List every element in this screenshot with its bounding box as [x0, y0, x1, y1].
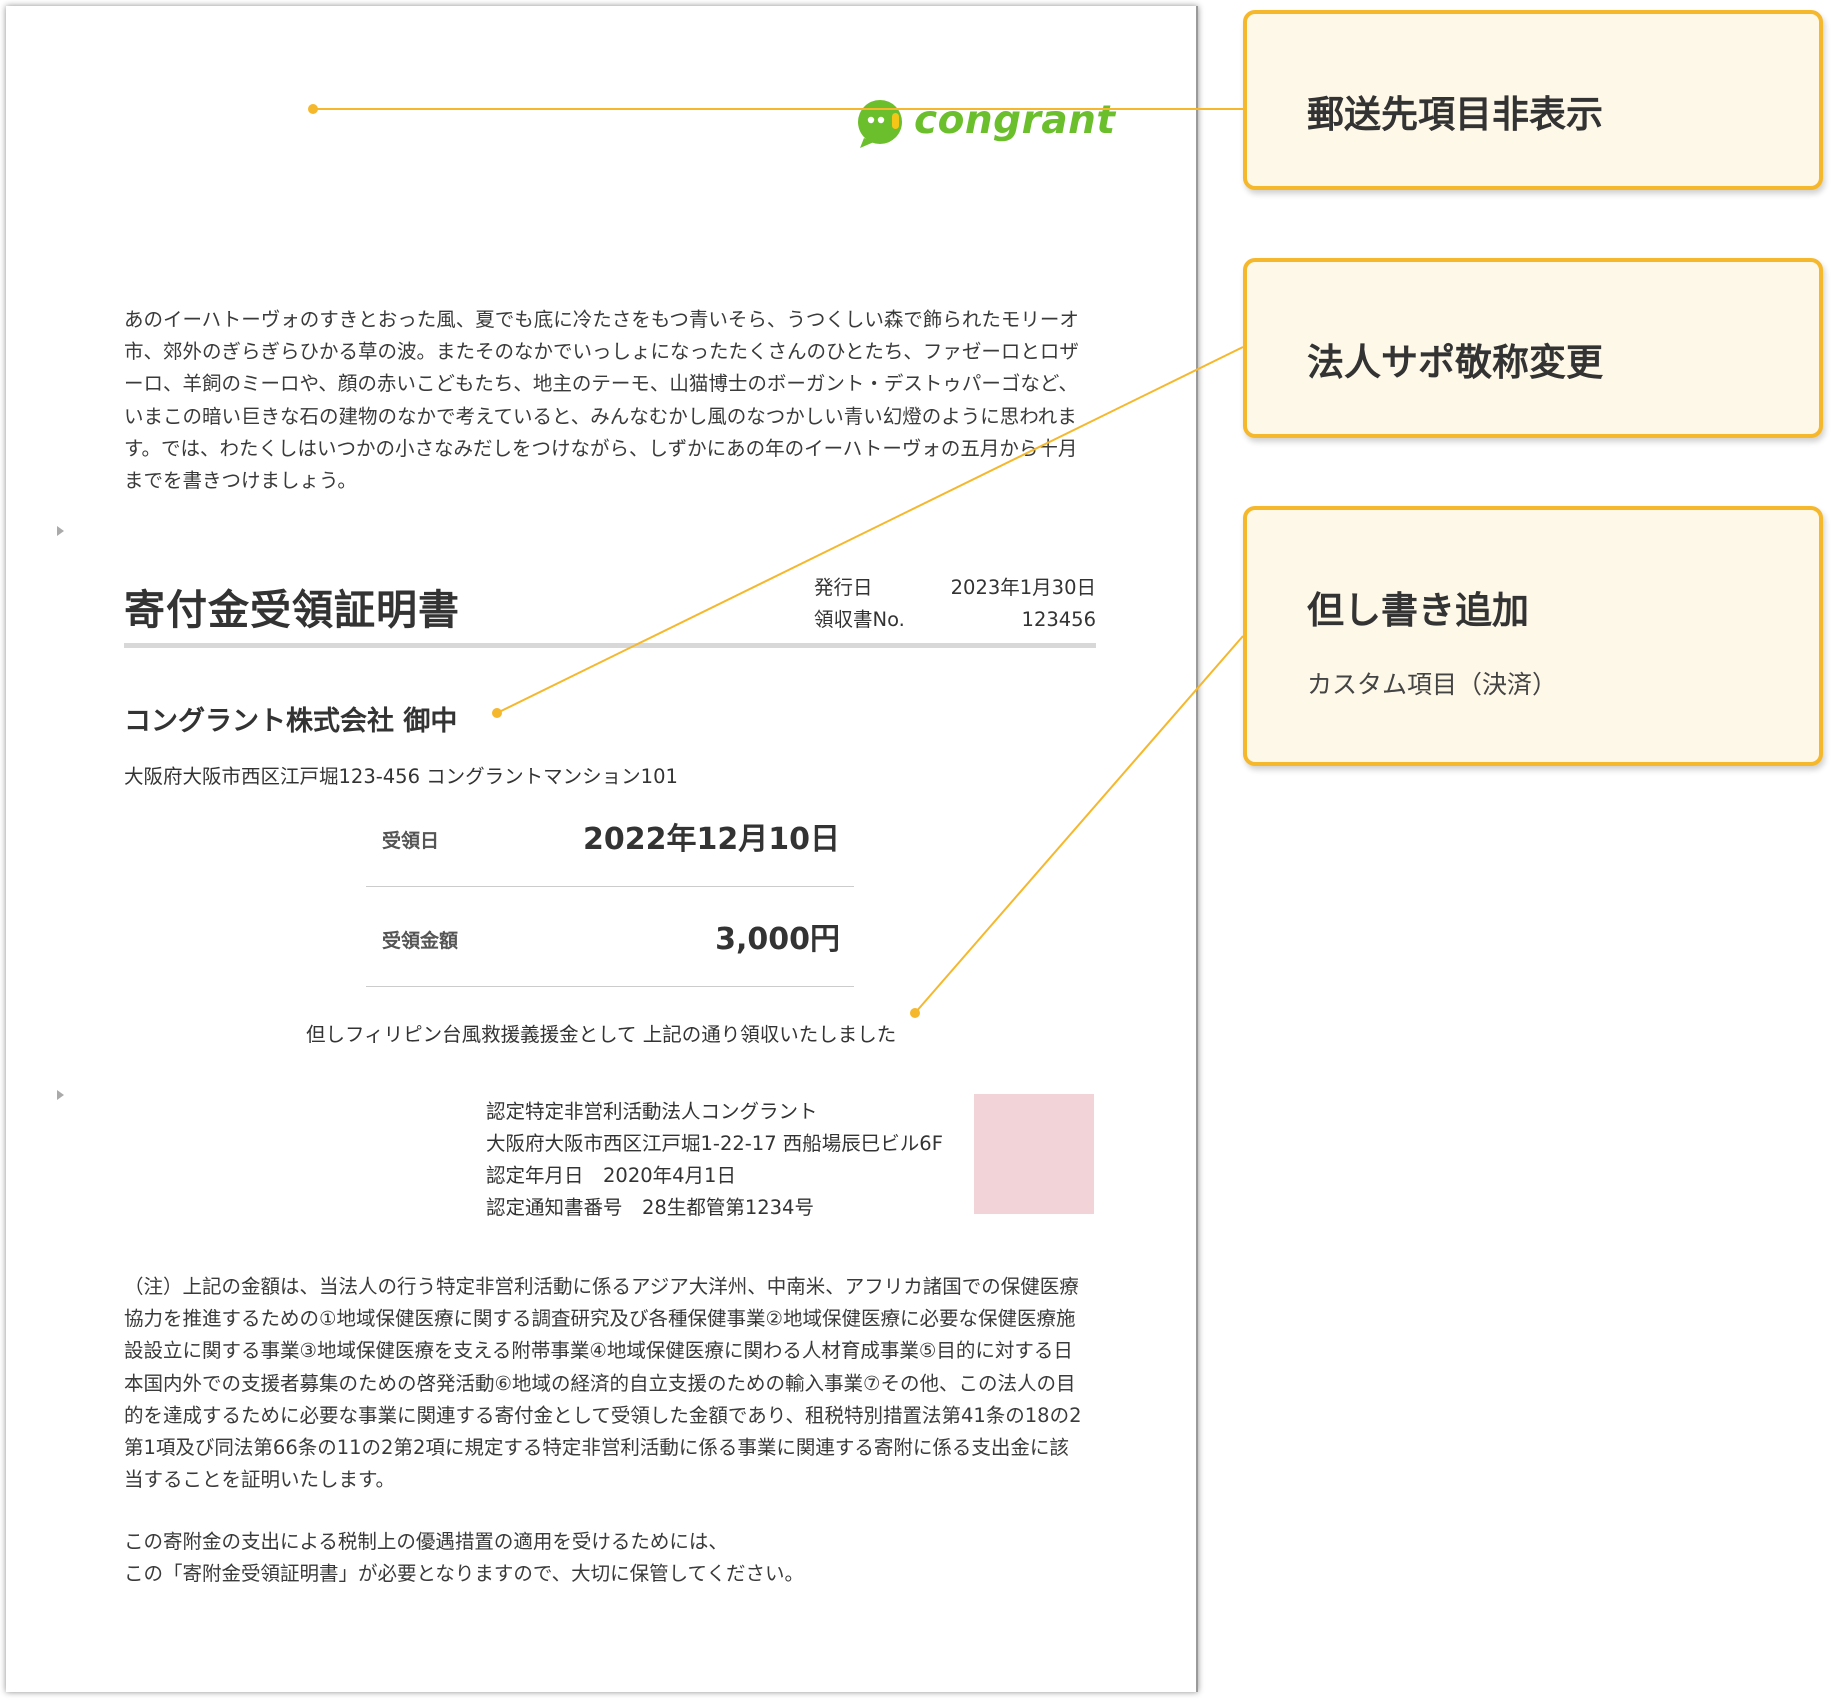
intro-paragraph: あのイーハトーヴォのすきとおった風、夏でも底に冷たさをもつ青いそら、うつくしい森…: [124, 308, 1079, 493]
received-amount-value: 3,000円: [715, 922, 840, 957]
issuer-block: 認定特定非営利活動法人コングラント 大阪府大阪市西区江戸堀1-22-17 西船場…: [486, 1096, 943, 1224]
receipt-no-row: 領収書No. 123456: [814, 604, 1096, 636]
callout-tadashi: 但し書き追加 カスタム項目（決済）: [1243, 506, 1823, 766]
footer-notice: この寄附金の支出による税制上の優遇措置の適用を受けるためには、 この「寄附金受領…: [124, 1526, 1084, 1590]
callout-honorific: 法人サポ敬称変更: [1243, 258, 1823, 438]
issuer-cert-date: 認定年月日 2020年4月1日: [486, 1164, 736, 1187]
callout-title: 但し書き追加: [1307, 589, 1529, 632]
document-title: 寄付金受領証明書: [124, 586, 460, 634]
received-date-label: 受領日: [382, 830, 440, 852]
legal-note: （注）上記の金額は、当法人の行う特定非営利活動に係るアジア大洋州、中南米、アフリ…: [124, 1275, 1082, 1492]
callout-subtitle: カスタム項目（決済）: [1307, 670, 1558, 699]
document-page: congrant あのイーハトーヴォのすきとおった風、夏でも底に冷たさをもつ青い…: [6, 6, 1198, 1692]
issue-date-value: 2023年1月30日: [950, 576, 1096, 599]
received-date-value: 2022年12月10日: [583, 822, 840, 857]
issue-date-label: 発行日: [814, 576, 873, 599]
footer-line-2: この「寄附金受領証明書」が必要となりますので、大切に保管してください。: [124, 1562, 804, 1586]
recipient-address: 大阪府大阪市西区江戸堀123-456 コングラントマンション101: [124, 765, 678, 788]
issuer-cert-no: 認定通知書番号 28生都管第1234号: [486, 1196, 814, 1219]
tadashi-text: 但しフィリピン台風救援義援金として 上記の通り領収いたしました: [306, 1023, 897, 1046]
received-amount-field: 受領金額 3,000円: [366, 886, 854, 987]
seal-placeholder: [974, 1094, 1094, 1214]
logo-wordmark: congrant: [914, 98, 1116, 143]
receipt-no-label: 領収書No.: [814, 608, 905, 631]
congrant-logo: congrant: [856, 98, 1115, 154]
congrant-logo-icon: [858, 100, 902, 148]
recipient-name: コングラント株式会社 御中: [124, 706, 458, 737]
document-meta: 発行日 2023年1月30日 領収書No. 123456: [814, 572, 1096, 636]
received-date-field: 受領日 2022年12月10日: [366, 786, 854, 887]
title-divider: [124, 643, 1096, 648]
callout-title: 郵送先項目非表示: [1307, 93, 1603, 136]
receipt-no-value: 123456: [1021, 608, 1096, 631]
collapse-arrow-icon[interactable]: [57, 1090, 64, 1100]
issue-date-row: 発行日 2023年1月30日: [814, 572, 1096, 604]
footer-line-1: この寄附金の支出による税制上の優遇措置の適用を受けるためには、: [124, 1530, 728, 1553]
received-amount-label: 受領金額: [382, 930, 459, 952]
collapse-arrow-icon[interactable]: [57, 526, 64, 536]
issuer-address: 大阪府大阪市西区江戸堀1-22-17 西船場辰巳ビル6F: [486, 1132, 943, 1155]
callout-hide-address: 郵送先項目非表示: [1243, 10, 1823, 190]
callout-title: 法人サポ敬称変更: [1307, 341, 1603, 384]
issuer-name: 認定特定非営利活動法人コングラント: [486, 1100, 818, 1123]
